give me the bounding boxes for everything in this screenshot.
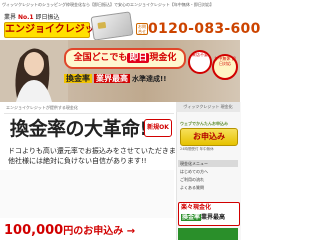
new-ok-badge: 新規OK — [144, 119, 172, 137]
description-line-1: ドコよりも高い還元率でお振込みをさせていただきます。 — [8, 147, 190, 155]
apply-amount-cta[interactable]: 100,000円のお申込み → — [4, 221, 176, 240]
page-title: 換金率の大革命!! — [10, 118, 156, 140]
promo-title-main: 楽々 — [181, 204, 194, 211]
sidebar-menu-item[interactable]: ご利用の流れ — [180, 177, 236, 183]
hero-banner: 全国どこでも 即日 現金化 換金率 業界最高 水準達成!! 来店不要 年中無休 即日対応 — [0, 40, 240, 102]
cta-suffix: 円のお申込み → — [63, 226, 136, 237]
hero-line2-tail: 水準達成!! — [132, 75, 167, 83]
sidebar-menu-item[interactable]: よくある質問 — [180, 185, 236, 191]
woman-photo — [0, 40, 68, 102]
promo-banner-subtitle: 換金率業界最高 — [181, 214, 225, 222]
apply-label: ウェブでかんたんお申込み — [180, 121, 228, 126]
hero-line1-suffix: 現金化 — [149, 53, 177, 63]
promo-title-suffix: 現金化 — [193, 204, 212, 211]
hero-line1-prefix: 全国どこでも — [73, 53, 128, 63]
promo-sub-suffix: 業界最高 — [201, 214, 226, 221]
sidebar-footer-bar — [178, 228, 238, 240]
phone-contact[interactable]: お問合せ 0120-083-600 — [136, 20, 260, 38]
content-area — [0, 170, 174, 218]
hero-same-day-badge: 即日 — [127, 53, 150, 63]
logo-tagline: 業界 No.1 即日振込 — [4, 14, 59, 21]
card-chip-icon — [97, 21, 107, 29]
hero-headline: 全国どこでも 即日 現金化 — [64, 48, 186, 69]
sidebar-menu-item[interactable]: はじめての方へ — [180, 169, 236, 175]
hero-best-badge: 業界最高 — [94, 74, 130, 83]
hours-text: 24時間受付 年中無休 — [180, 147, 214, 151]
breadcrumb[interactable]: エンジョイクレジットが提供する現金化 — [6, 105, 166, 111]
cta-amount: 100,000 — [4, 223, 64, 238]
sidebar-menu-title: 現金化メニュー — [178, 160, 238, 167]
open-all-year-stamp: 年中無休 即日対応 — [212, 54, 238, 80]
description-line-2: 他社様には絶対に負けない自信があります!! — [8, 157, 147, 165]
sidebar-header: ヴィッツクレジット 現金化 — [176, 102, 240, 112]
logo-sub-suffix: 即日振込 — [35, 14, 60, 21]
divider — [4, 113, 174, 114]
main-headline: 換金率の大革命!! 新規OK — [6, 115, 172, 143]
hero-copy: 全国どこでも 即日 現金化 換金率 業界最高 水準達成!! — [64, 48, 186, 96]
logo-sub-prefix: 業界 — [4, 14, 17, 21]
promo-banner-title: 楽々現金化 — [181, 204, 211, 212]
logo-wordmark: エンジョイクレジット — [4, 22, 105, 38]
phone-icon: お問合せ — [136, 23, 148, 35]
hero-subline: 換金率 業界最高 水準達成!! — [64, 72, 184, 86]
promo-banner[interactable]: 楽々現金化 換金率業界最高 — [178, 202, 240, 226]
promo-rate-badge: 換金率 — [181, 214, 202, 221]
logo-sub-badge: No.1 — [17, 14, 34, 21]
phone-number[interactable]: 0120-083-600 — [148, 20, 261, 38]
apply-button[interactable]: お申込み — [180, 128, 238, 146]
hero-rate-badge: 換金率 — [64, 74, 92, 83]
site-logo[interactable]: 業界 No.1 即日振込 エンジョイクレジット — [4, 14, 105, 40]
no-visit-stamp: 来店不要 — [188, 50, 212, 74]
